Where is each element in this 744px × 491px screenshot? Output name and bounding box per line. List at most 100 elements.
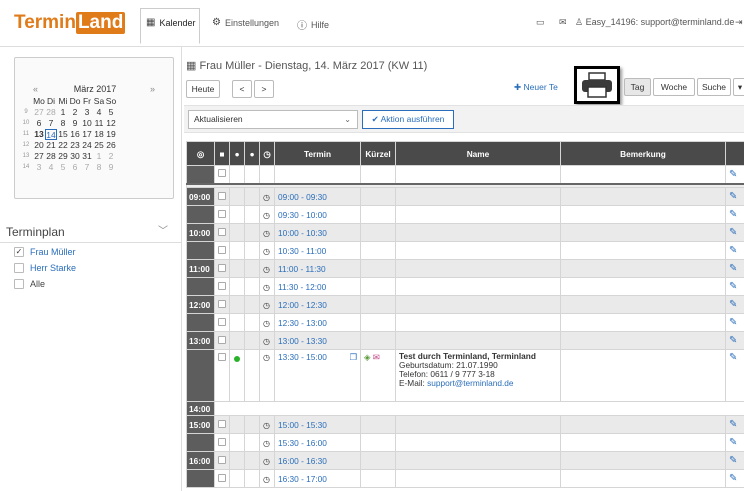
edit-icon[interactable]: ✎: [729, 227, 737, 238]
day[interactable]: 4: [93, 107, 105, 118]
row-checkbox[interactable]: [218, 299, 226, 308]
row-checkbox[interactable]: [218, 245, 226, 254]
day[interactable]: 18: [93, 129, 105, 140]
day[interactable]: 11: [93, 118, 105, 129]
checkbox-checked[interactable]: ✓: [14, 247, 24, 257]
time-slot-link[interactable]: 15:00 - 15:30: [278, 420, 327, 430]
appointment-time-link[interactable]: 13:30 - 15:00: [278, 352, 327, 362]
day[interactable]: 16: [69, 129, 81, 140]
day[interactable]: 31: [81, 151, 93, 162]
day[interactable]: 6: [33, 118, 45, 129]
view-search-button[interactable]: Suche: [697, 78, 731, 96]
terminplan-item-alle[interactable]: Alle: [14, 279, 45, 289]
edit-icon[interactable]: ✎: [729, 419, 737, 430]
time-slot-link[interactable]: 16:00 - 16:30: [278, 456, 327, 466]
execute-action-button[interactable]: ✔ Aktion ausführen: [362, 110, 454, 129]
day[interactable]: 8: [93, 162, 105, 173]
mail-icon[interactable]: ✉: [559, 17, 567, 28]
edit-icon[interactable]: ✎: [729, 352, 737, 363]
next-button[interactable]: >: [254, 80, 274, 98]
time-slot-link[interactable]: 09:30 - 10:00: [278, 210, 327, 220]
row-checkbox[interactable]: [218, 419, 226, 428]
edit-icon[interactable]: ✎: [729, 455, 737, 466]
day[interactable]: 9: [105, 162, 117, 173]
today-button[interactable]: Heute: [186, 80, 220, 98]
terminland-logo[interactable]: Termin Land: [14, 12, 126, 34]
row-checkbox[interactable]: [218, 227, 226, 236]
edit-icon[interactable]: ✎: [729, 209, 737, 220]
day[interactable]: 21: [45, 140, 57, 151]
edit-icon[interactable]: ✎: [729, 299, 737, 310]
row-checkbox[interactable]: [218, 455, 226, 464]
calendar-sync-icon[interactable]: ▭: [536, 17, 545, 28]
email-link[interactable]: support@terminland.de: [427, 378, 513, 388]
terminplan-header[interactable]: Terminplan ﹀: [0, 221, 182, 243]
row-checkbox[interactable]: [218, 353, 226, 361]
row-checkbox[interactable]: [218, 317, 226, 326]
time-slot-link[interactable]: 11:00 - 11:30: [278, 264, 326, 274]
edit-icon[interactable]: ✎: [729, 191, 737, 202]
day[interactable]: 4: [45, 162, 57, 173]
terminplan-item-frau-mueller[interactable]: ✓ Frau Müller: [14, 247, 76, 257]
checkbox[interactable]: [14, 279, 24, 289]
notes-icon[interactable]: ✉: [373, 352, 380, 362]
time-slot-link[interactable]: 15:30 - 16:00: [278, 438, 327, 448]
time-slot-link[interactable]: 09:00 - 09:30: [278, 192, 327, 202]
row-checkbox[interactable]: [218, 191, 226, 200]
day[interactable]: 20: [33, 140, 45, 151]
edit-icon[interactable]: ✎: [729, 335, 737, 346]
day[interactable]: 2: [105, 151, 117, 162]
day[interactable]: 30: [69, 151, 81, 162]
day[interactable]: 5: [57, 162, 69, 173]
col-name[interactable]: Name: [395, 141, 561, 166]
day[interactable]: 22: [57, 140, 69, 151]
day[interactable]: 25: [93, 140, 105, 151]
edit-icon[interactable]: ✎: [729, 473, 737, 484]
day[interactable]: 3: [33, 162, 45, 173]
day[interactable]: 24: [81, 140, 93, 151]
account-menu[interactable]: ♙ Easy_14196: support@terminland.de: [575, 17, 734, 28]
day[interactable]: 23: [69, 140, 81, 151]
day[interactable]: 7: [45, 118, 57, 129]
nav-einstellungen[interactable]: ⚙ Einstellungen: [212, 17, 279, 28]
new-appointment-link[interactable]: ✚ Neuer Te: [514, 82, 558, 93]
time-slot-link[interactable]: 10:30 - 11:00: [278, 246, 326, 256]
row-checkbox[interactable]: [218, 281, 226, 290]
row-checkbox[interactable]: [218, 473, 226, 482]
day[interactable]: 13: [33, 129, 45, 140]
row-checkbox[interactable]: [218, 263, 226, 272]
day[interactable]: 15: [57, 129, 69, 140]
day[interactable]: 1: [57, 107, 69, 118]
time-slot-link[interactable]: 16:30 - 17:00: [278, 474, 327, 484]
view-more-dropdown[interactable]: ▾: [733, 78, 744, 96]
col-bemerkung[interactable]: Bemerkung: [560, 141, 726, 166]
nav-kalender[interactable]: ▦ Kalender: [146, 17, 195, 28]
col-termin[interactable]: Termin: [274, 141, 361, 166]
day[interactable]: 10: [81, 118, 93, 129]
day[interactable]: 8: [57, 118, 69, 129]
time-slot-link[interactable]: 10:00 - 10:30: [278, 228, 327, 238]
day-selected[interactable]: 14: [45, 129, 57, 140]
day[interactable]: 1: [93, 151, 105, 162]
print-button[interactable]: [574, 66, 620, 104]
day[interactable]: 5: [105, 107, 117, 118]
day[interactable]: 26: [105, 140, 117, 151]
time-slot-link[interactable]: 13:00 - 13:30: [278, 336, 327, 346]
time-slot-link[interactable]: 11:30 - 12:00: [278, 282, 326, 292]
time-slot-link[interactable]: 12:00 - 12:30: [278, 300, 327, 310]
view-week-button[interactable]: Woche: [653, 78, 695, 96]
day[interactable]: 28: [45, 107, 57, 118]
nav-hilfe[interactable]: ⓘ Hilfe: [297, 17, 329, 33]
day[interactable]: 7: [81, 162, 93, 173]
day[interactable]: 19: [105, 129, 117, 140]
view-day-button[interactable]: Tag: [624, 78, 651, 96]
day[interactable]: 2: [69, 107, 81, 118]
edit-icon[interactable]: ✎: [729, 169, 737, 180]
day[interactable]: 28: [45, 151, 57, 162]
prev-button[interactable]: <: [232, 80, 252, 98]
edit-icon[interactable]: ✎: [729, 437, 737, 448]
edit-icon[interactable]: ✎: [729, 281, 737, 292]
day[interactable]: 29: [57, 151, 69, 162]
edit-icon[interactable]: ✎: [729, 263, 737, 274]
day[interactable]: 6: [69, 162, 81, 173]
